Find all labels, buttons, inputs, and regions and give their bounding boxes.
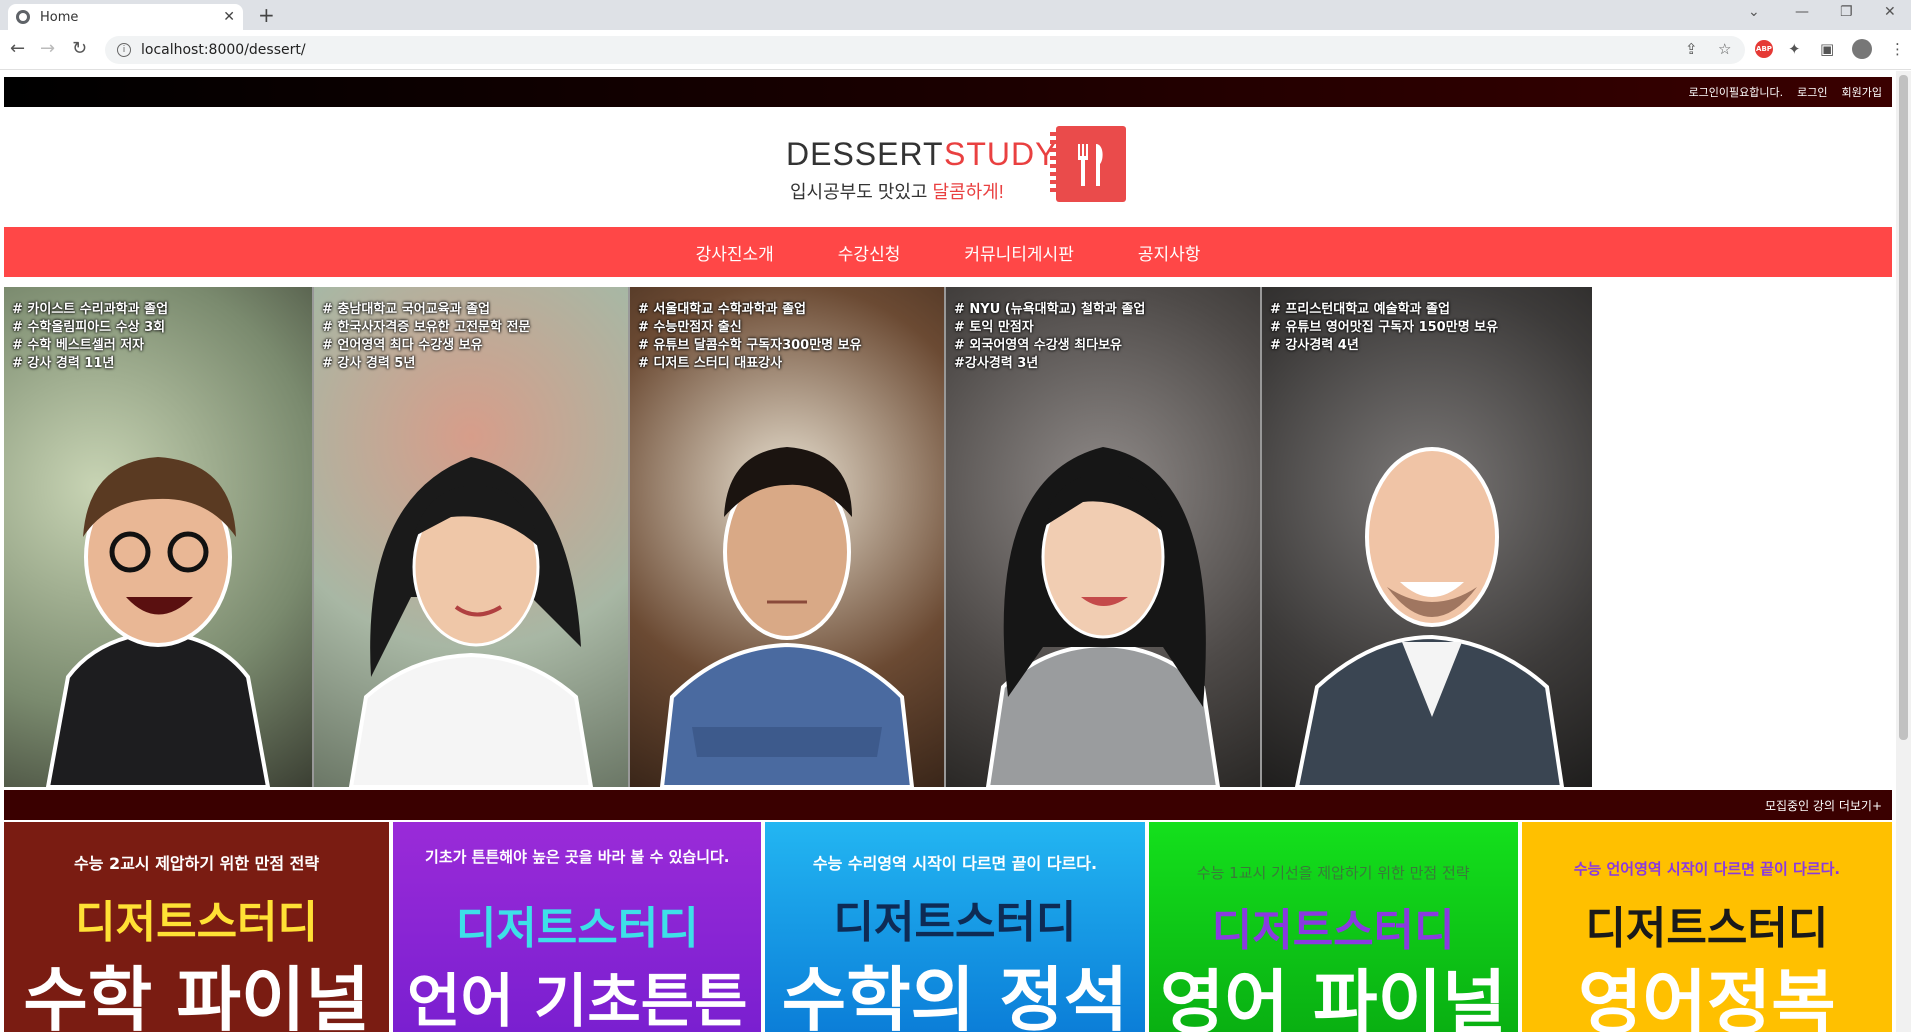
browser-tabstrip: Home ✕ + ⌄ — ❐ ✕ xyxy=(0,0,1911,30)
teacher-card-3[interactable]: # 서울대학교 수학과학과 졸업 # 수능만점자 출신 # 유튜브 달콤수학 구독자… xyxy=(630,287,946,787)
teacher-desc: # 프리스턴대학교 예술학과 졸업 # 유튜브 영어맛집 구독자 150만명 보유… xyxy=(1270,302,1499,353)
teacher-photo xyxy=(45,457,271,787)
menu-dots-icon[interactable]: ⋮ xyxy=(1890,40,1905,58)
teacher-photo xyxy=(348,457,594,787)
logo-word-dessert: DESSERT xyxy=(786,136,944,172)
course-banner-english-conquer[interactable]: 수능 언어영역 시작이 다르면 끝이 다르다. 디저트스터디 영어정복 xyxy=(1521,822,1892,1032)
teacher-card-4[interactable]: # NYU (뉴욕대학교) 철학과 졸업 # 토익 만점자 # 외국어영역 수강생 … xyxy=(946,287,1262,787)
course-title: 언어 기초튼튼 xyxy=(407,967,748,1032)
new-tab-icon[interactable]: + xyxy=(258,3,275,27)
info-icon[interactable]: i xyxy=(117,43,131,57)
teacher-card-5[interactable]: # 프리스턴대학교 예술학과 졸업 # 유튜브 영어맛집 구독자 150만명 보유… xyxy=(1262,287,1592,787)
nav-enroll[interactable]: 수강신청 xyxy=(838,240,901,265)
restore-icon[interactable]: ❐ xyxy=(1840,4,1853,20)
course-title: 영어정복 xyxy=(1578,962,1836,1032)
window-close-icon[interactable]: ✕ xyxy=(1884,4,1896,20)
more-courses-bar: 모집중인 강의 더보기+ xyxy=(4,790,1892,820)
course-title: 영어 파이널 xyxy=(1160,962,1507,1032)
adblock-icon[interactable]: ABP xyxy=(1755,40,1773,58)
forward-icon[interactable]: → xyxy=(40,38,55,59)
logo-word-study: STUDY xyxy=(944,136,1058,172)
teacher-desc: # 카이스트 수리과학과 졸업 # 수학올림피아드 수상 3회 # 수학 베스트셀러… xyxy=(12,302,169,371)
course-banners: 수능 2교시 제압하기 위한 만점 전략 디저트스터디 수학 파이널 기초가 튼… xyxy=(4,822,1892,1032)
browser-tab[interactable]: Home ✕ xyxy=(8,4,243,30)
course-banner-language-basic[interactable]: 기초가 튼튼해야 높은 곳을 바라 볼 수 있습니다. 디저트스터디 언어 기초… xyxy=(393,822,762,1032)
main-nav: 강사진소개 수강신청 커뮤니티게시판 공지사항 xyxy=(4,227,1892,277)
teacher-photo xyxy=(1294,447,1565,787)
close-icon[interactable]: ✕ xyxy=(223,9,235,25)
nav-community[interactable]: 커뮤니티게시판 xyxy=(964,240,1073,265)
course-brand: 디저트스터디 xyxy=(455,903,699,954)
course-banner-math-jeongseok[interactable]: 수능 수리영역 시작이 다르면 끝이 다르다. 디저트스터디 수학의 정석 xyxy=(765,822,1145,1032)
course-title: 수학 파이널 xyxy=(23,959,370,1032)
teacher-gallery: # 카이스트 수리과학과 졸업 # 수학올림피아드 수상 3회 # 수학 베스트셀러… xyxy=(4,287,1892,787)
extensions-icon[interactable]: ✦ xyxy=(1788,40,1801,58)
course-subtitle: 기초가 튼튼해야 높은 곳을 바라 볼 수 있습니다. xyxy=(425,848,730,866)
logo-tagline: 입시공부도 맛있고 달콤하게! xyxy=(790,182,1004,202)
teacher-photo xyxy=(659,447,915,787)
teacher-card-1[interactable]: # 카이스트 수리과학과 졸업 # 수학올림피아드 수상 3회 # 수학 베스트셀러… xyxy=(4,287,314,787)
teacher-desc: # NYU (뉴욕대학교) 철학과 졸업 # 토익 만점자 # 외국어영역 수강생 … xyxy=(954,302,1146,371)
browser-toolbar: ← → ↻ i localhost:8000/dessert/ ⇪ ☆ ABP … xyxy=(0,30,1911,70)
course-brand: 디저트스터디 xyxy=(75,897,319,948)
more-courses-link[interactable]: 모집중인 강의 더보기+ xyxy=(1765,797,1882,814)
scrollbar-thumb[interactable] xyxy=(1899,75,1908,740)
sidepanel-icon[interactable]: ▣ xyxy=(1820,40,1834,58)
bookmark-star-icon[interactable]: ☆ xyxy=(1718,40,1731,58)
course-brand: 디저트스터디 xyxy=(833,897,1077,948)
profile-avatar[interactable] xyxy=(1852,39,1872,59)
page-scrollbar[interactable] xyxy=(1896,71,1911,1032)
course-subtitle: 수능 1교시 기선을 제압하기 위한 만점 전략 xyxy=(1196,864,1470,882)
signup-link[interactable]: 회원가입 xyxy=(1842,84,1882,100)
course-subtitle: 수능 수리영역 시작이 다르면 끝이 다르다. xyxy=(812,854,1098,873)
course-banner-math-final[interactable]: 수능 2교시 제압하기 위한 만점 전략 디저트스터디 수학 파이널 xyxy=(4,822,390,1032)
globe-icon xyxy=(16,10,30,24)
page-viewport: 로그인이필요합니다. 로그인 회원가입 DESSERT STUDY 입시공부도 … xyxy=(0,71,1911,1032)
minimize-icon[interactable]: — xyxy=(1795,4,1809,20)
nav-notice[interactable]: 공지사항 xyxy=(1138,240,1201,265)
course-banner-english-final[interactable]: 수능 1교시 기선을 제압하기 위한 만점 전략 디저트스터디 영어 파이널 xyxy=(1148,822,1518,1032)
share-icon[interactable]: ⇪ xyxy=(1685,40,1698,58)
cutlery-book-icon xyxy=(1050,126,1126,202)
site-logo[interactable]: DESSERT STUDY 입시공부도 맛있고 달콤하게! xyxy=(786,126,1126,208)
tab-search-icon[interactable]: ⌄ xyxy=(1748,4,1760,20)
user-topbar: 로그인이필요합니다. 로그인 회원가입 xyxy=(4,77,1892,107)
login-status: 로그인이필요합니다. xyxy=(1688,86,1784,99)
url-text: localhost:8000/dessert/ xyxy=(141,42,306,58)
tab-title: Home xyxy=(40,9,79,25)
course-subtitle: 수능 2교시 제압하기 위한 만점 전략 xyxy=(74,854,320,873)
reload-icon[interactable]: ↻ xyxy=(72,38,87,59)
back-icon[interactable]: ← xyxy=(10,38,25,59)
teacher-card-2[interactable]: # 충남대학교 국어교육과 졸업 # 한국사자격증 보유한 고전문학 전문 # 언어… xyxy=(314,287,630,787)
teacher-photo xyxy=(985,447,1221,787)
course-title: 수학의 정석 xyxy=(781,959,1129,1032)
nav-teachers[interactable]: 강사진소개 xyxy=(696,240,774,265)
address-bar[interactable]: i localhost:8000/dessert/ xyxy=(105,36,1745,64)
teacher-desc: # 충남대학교 국어교육과 졸업 # 한국사자격증 보유한 고전문학 전문 # 언어… xyxy=(322,302,531,371)
teacher-desc: # 서울대학교 수학과학과 졸업 # 수능만점자 출신 # 유튜브 달콤수학 구독자… xyxy=(638,302,862,371)
login-link[interactable]: 로그인 xyxy=(1797,84,1827,100)
course-subtitle: 수능 언어영역 시작이 다르면 끝이 다르다. xyxy=(1573,860,1841,878)
